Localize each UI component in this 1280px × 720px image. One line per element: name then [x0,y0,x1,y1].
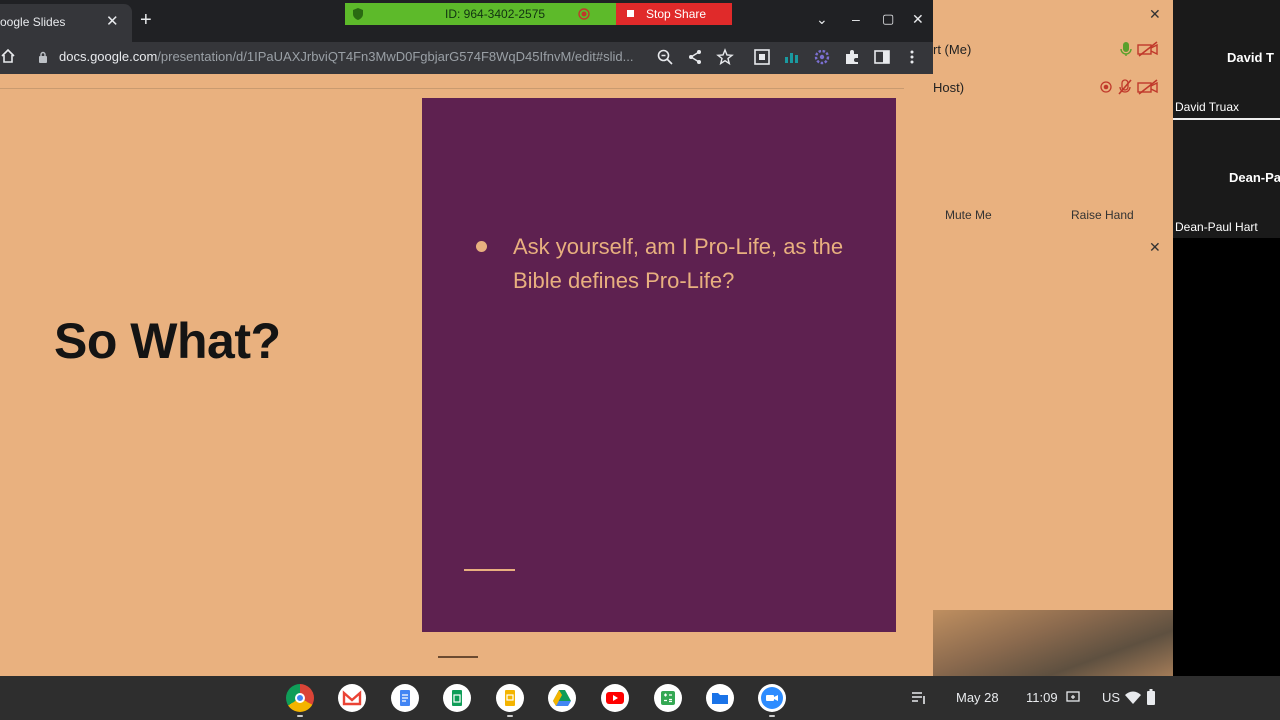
docs-app-icon[interactable] [391,684,419,712]
tab-google-slides[interactable]: oogle Slides ✕ [0,4,132,42]
os-shelf: May 28 11:09 US [0,676,1280,720]
slides-app-icon[interactable] [496,684,524,712]
extension-gear-icon[interactable] [813,48,831,66]
participant-me[interactable]: rt (Me) [933,42,971,57]
tile-name-large: David T [1227,50,1274,65]
extension-qr-icon[interactable] [753,48,771,66]
slide-top-divider [0,88,904,89]
share-icon[interactable] [686,48,704,66]
bookmark-star-icon[interactable] [716,48,734,66]
side-panel-icon[interactable] [873,48,891,66]
url-input[interactable]: docs.google.com/presentation/d/1IPaUAXJr… [59,49,651,64]
docs-icon [400,690,410,706]
youtube-app-icon[interactable] [601,684,629,712]
chrome-center [295,693,305,703]
tab-title: oogle Slides [0,15,66,29]
app-running-dot [769,715,775,717]
share-toolbar: ID: 964-3402-2575 Stop Share [345,3,732,25]
maximize-button[interactable]: ▢ [882,11,894,27]
shield-icon [353,8,363,20]
tile-name-label: Dean-Paul Hart [1175,220,1258,234]
meeting-id: ID: 964-3402-2575 [445,7,546,21]
tile-name-large: Dean-Pa [1229,170,1280,185]
slide-bullet-text: Ask yourself, am I Pro-Life, as the Bibl… [513,234,844,293]
battery-icon[interactable] [1146,688,1156,706]
date-label[interactable]: May 28 [956,690,999,705]
slide-content-panel: Ask yourself, am I Pro-Life, as the Bibl… [422,98,896,632]
home-icon[interactable] [0,48,16,64]
wallpaper-preview [933,610,1175,676]
slide-canvas: So What? Ask yourself, am I Pro-Life, as… [0,74,933,676]
record-icon[interactable] [578,8,590,20]
wifi-icon[interactable] [1124,689,1142,705]
raise-hand-button[interactable]: Raise Hand [1071,208,1134,222]
calculator-icon [661,691,675,705]
video-gallery: David T David Truax Dean-Pa Dean-Paul Ha… [1173,0,1280,720]
extension-chart-icon[interactable] [783,48,801,66]
youtube-icon [606,692,624,704]
minimize-button[interactable]: – [852,11,860,27]
sheets-icon [452,690,462,706]
close-participants-icon[interactable]: ✕ [1149,6,1161,23]
files-app-icon[interactable] [706,684,734,712]
calculator-app-icon[interactable] [654,684,682,712]
folder-icon [712,693,728,704]
clock-label[interactable]: 11:09 [1026,690,1058,705]
video-tile-dean-paul[interactable]: Dean-Pa Dean-Paul Hart [1173,120,1280,238]
recording-icon [1100,81,1112,93]
tab-close-icon[interactable]: ✕ [106,12,119,30]
address-bar: docs.google.com/presentation/d/1IPaUAXJr… [0,42,933,74]
new-tab-button[interactable]: + [140,9,152,32]
sheets-app-icon[interactable] [443,684,471,712]
mic-icon[interactable] [1119,41,1133,57]
tile-name-label: David Truax [1175,100,1240,114]
chrome-app-icon[interactable] [286,684,314,712]
close-chat-icon[interactable]: ✕ [1149,239,1161,256]
gmail-icon [342,690,362,706]
stop-icon [627,10,634,17]
app-running-dot [507,715,513,717]
screen: oogle Slides ✕ + ⌄ – ▢ ✕ docs.google.com… [0,0,1280,720]
participant-host[interactable]: Host) [933,80,964,95]
drive-app-icon[interactable] [548,684,576,712]
video-off-icon[interactable] [1137,41,1159,57]
stop-share-label: Stop Share [646,7,707,21]
browser-window: oogle Slides ✕ + ⌄ – ▢ ✕ docs.google.com… [0,0,933,676]
drive-icon [553,690,571,706]
gmail-app-icon[interactable] [338,684,366,712]
extensions-puzzle-icon[interactable] [843,48,861,66]
tab-search-icon[interactable]: ⌄ [816,11,828,28]
mic-muted-icon[interactable] [1117,79,1133,95]
keyboard-locale[interactable]: US [1102,690,1120,705]
more-menu-icon[interactable] [903,48,921,66]
video-off-icon[interactable] [1137,79,1159,95]
panel-accent-line [464,569,515,571]
url-domain: docs.google.com [59,49,158,64]
url-path: /presentation/d/1IPaUAXJrbviQT4Fn3MwD0Fg… [157,49,634,64]
lock-icon[interactable] [38,51,48,63]
mute-me-button[interactable]: Mute Me [945,208,992,222]
participants-panel: ✕ rt (Me) Host) Mute Me Raise Hand ✕ [933,0,1173,610]
tote-icon[interactable] [910,690,928,706]
video-camera-icon [761,687,783,709]
bullet-dot [476,241,487,252]
app-running-dot [297,715,303,717]
zoom-icon[interactable] [656,48,674,66]
zoom-app-icon[interactable] [758,684,786,712]
slides-icon [505,690,515,706]
stop-share-button[interactable]: Stop Share [616,3,732,25]
meeting-info-bar[interactable]: ID: 964-3402-2575 [345,3,616,25]
close-window-button[interactable]: ✕ [912,11,924,28]
screen-cast-icon[interactable] [1066,691,1080,703]
video-tile-david[interactable]: David T David Truax [1173,0,1280,118]
slide-bottom-line [438,656,478,658]
slide-title: So What? [54,313,281,369]
